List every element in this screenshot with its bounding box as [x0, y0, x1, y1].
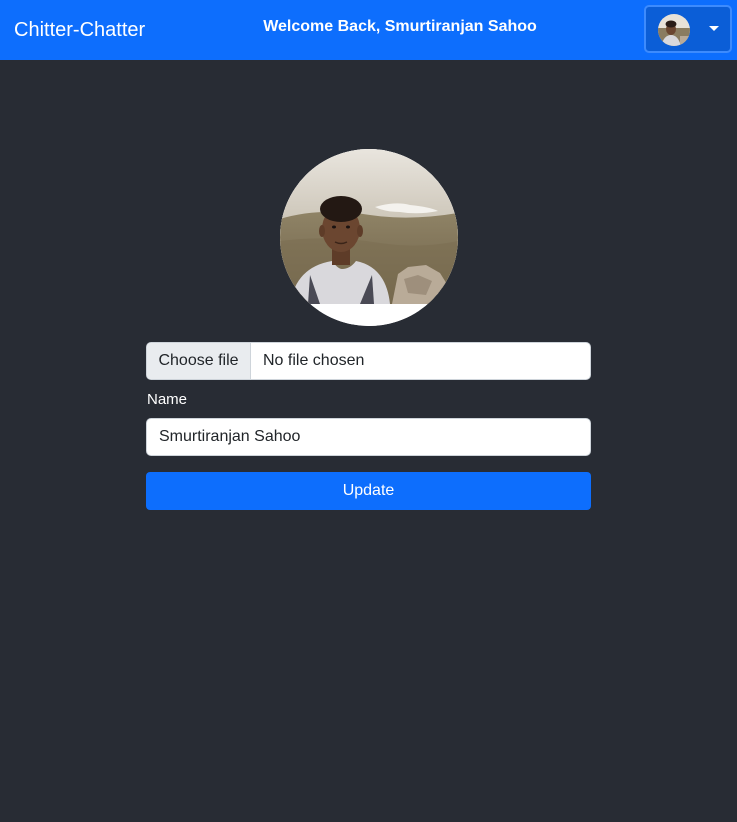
caret-down-icon	[709, 26, 719, 31]
name-label: Name	[147, 391, 188, 408]
welcome-message: Welcome Back, Smurtiranjan Sahoo	[263, 18, 537, 35]
update-button[interactable]: Update	[146, 472, 591, 510]
file-input[interactable]: Choose file No file chosen	[146, 342, 591, 380]
user-avatar	[658, 14, 690, 46]
name-input[interactable]	[146, 418, 591, 456]
brand-link[interactable]: Chitter-Chatter	[14, 18, 145, 42]
navbar: Chitter-Chatter Welcome Back, Smurtiranj…	[0, 0, 737, 60]
choose-file-button[interactable]: Choose file	[147, 343, 251, 379]
user-menu-toggle[interactable]	[644, 5, 732, 53]
profile-photo	[280, 149, 458, 326]
file-status: No file chosen	[263, 352, 365, 369]
